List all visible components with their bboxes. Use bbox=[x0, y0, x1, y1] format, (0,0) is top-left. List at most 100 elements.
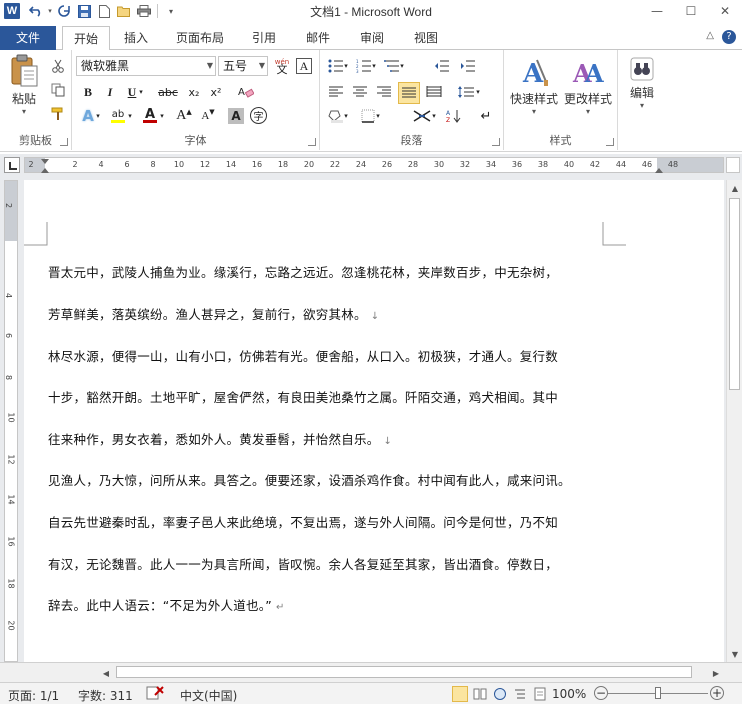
phonetic-guide-button[interactable]: wén 文 bbox=[272, 56, 292, 76]
styles-launcher-icon[interactable] bbox=[606, 138, 614, 146]
strikethrough-button[interactable]: abc bbox=[156, 82, 180, 102]
zoom-in-button[interactable]: + bbox=[710, 686, 724, 700]
text-line[interactable]: 林尽水源，便得一山，山有小口，仿佛若有光。便舍船，从口入。初极狭，才通人。复行数 bbox=[48, 346, 628, 365]
web-layout-view-icon[interactable] bbox=[492, 686, 508, 702]
align-right-icon[interactable] bbox=[374, 82, 394, 102]
font-launcher-icon[interactable] bbox=[308, 138, 316, 146]
tab-selector-icon[interactable] bbox=[4, 157, 20, 173]
justify-icon[interactable] bbox=[398, 82, 420, 104]
font-size-select[interactable]: 五号 ▼ bbox=[218, 56, 268, 76]
right-indent-icon[interactable] bbox=[655, 168, 663, 173]
decrease-indent-icon[interactable] bbox=[432, 56, 452, 76]
bold-button[interactable]: B bbox=[78, 82, 98, 102]
shading-dropdown-icon[interactable]: ▾ bbox=[342, 106, 350, 126]
paste-button[interactable]: 粘贴 ▾ bbox=[4, 54, 44, 116]
text-line[interactable]: 晋太元中，武陵人捕鱼为业。缘溪行，忘路之远近。忽逢桃花林，夹岸数百步，中无杂树， bbox=[48, 262, 628, 281]
proofing-icon[interactable] bbox=[146, 686, 164, 703]
print-layout-view-icon[interactable] bbox=[452, 686, 468, 702]
align-center-icon[interactable] bbox=[350, 82, 370, 102]
highlight-dropdown-icon[interactable]: ▾ bbox=[126, 106, 134, 126]
tab-file[interactable]: 文件 bbox=[0, 26, 56, 50]
text-line[interactable]: 辞去。此中人语云：“不足为外人道也。” ↵ bbox=[48, 595, 628, 614]
chinese-layout-dropdown-icon[interactable]: ▾ bbox=[430, 106, 438, 126]
zoom-out-button[interactable]: − bbox=[594, 686, 608, 700]
word-logo-icon[interactable]: W bbox=[4, 3, 20, 19]
text-line[interactable]: 有汉，无论魏晋。此人一一为具言所闻，皆叹惋。余人各复延至其家，皆出酒食。停数日， bbox=[48, 554, 628, 573]
close-button[interactable]: ✕ bbox=[708, 0, 742, 22]
vertical-ruler[interactable]: 2 4 6 8 10 12 14 16 18 20 bbox=[4, 180, 18, 662]
text-line[interactable]: 芳草鲜美，落英缤纷。渔人甚异之，复前行，欲穷其林。 ↓ bbox=[48, 304, 628, 323]
copy-icon[interactable] bbox=[48, 80, 68, 100]
tab-home[interactable]: 开始 bbox=[62, 26, 110, 51]
font-size-increase-button[interactable]: A ▲ bbox=[174, 106, 194, 126]
show-marks-icon[interactable]: ↵ bbox=[476, 106, 496, 126]
horizontal-scrollbar[interactable]: ◀ ▶ bbox=[0, 662, 742, 682]
subscript-button[interactable]: x₂ bbox=[184, 82, 204, 102]
zoom-slider-thumb[interactable] bbox=[655, 687, 661, 699]
change-styles-button[interactable]: A A 更改样式 ▾ bbox=[562, 56, 614, 116]
character-border-button[interactable]: A bbox=[296, 58, 312, 74]
line-spacing-icon[interactable] bbox=[456, 82, 476, 102]
text-line[interactable]: 往来种作，男女衣着，悉如外人。黄发垂髫，并怡然自乐。 ↓ bbox=[48, 429, 628, 448]
first-line-indent-icon[interactable] bbox=[41, 159, 49, 164]
increase-indent-icon[interactable] bbox=[458, 56, 478, 76]
font-size-decrease-button[interactable]: A ▼ bbox=[198, 106, 218, 126]
minimize-ribbon-icon[interactable]: △ bbox=[706, 30, 714, 44]
line-spacing-dropdown-icon[interactable]: ▾ bbox=[474, 82, 482, 102]
enclose-characters-button[interactable]: 字 bbox=[250, 107, 267, 124]
redo-icon[interactable] bbox=[54, 2, 74, 20]
cut-icon[interactable] bbox=[48, 56, 68, 76]
horizontal-ruler[interactable]: 2 2 4 6 8 10 12 14 16 18 20 22 24 26 28 … bbox=[24, 157, 724, 173]
word-count[interactable]: 字数: 311 bbox=[78, 687, 133, 704]
tab-page-layout[interactable]: 页面布局 bbox=[168, 26, 232, 50]
customize-qat-icon[interactable]: ▾ bbox=[161, 2, 181, 20]
paste-dropdown-icon[interactable]: ▾ bbox=[4, 107, 44, 116]
highlight-button[interactable]: ab bbox=[108, 106, 128, 126]
italic-button[interactable]: I bbox=[100, 82, 120, 102]
text-effects-dropdown-icon[interactable]: ▾ bbox=[94, 106, 102, 126]
scroll-right-icon[interactable]: ▶ bbox=[708, 665, 724, 681]
tab-references[interactable]: 引用 bbox=[242, 26, 286, 50]
multilevel-dropdown-icon[interactable]: ▾ bbox=[398, 56, 406, 76]
zoom-level[interactable]: 100% bbox=[552, 687, 586, 701]
quick-styles-button[interactable]: A 快速样式 ▾ bbox=[508, 56, 560, 116]
draft-view-icon[interactable] bbox=[532, 686, 548, 702]
scroll-up-icon[interactable]: ▲ bbox=[727, 180, 742, 196]
paragraph-launcher-icon[interactable] bbox=[492, 138, 500, 146]
numbering-dropdown-icon[interactable]: ▾ bbox=[370, 56, 378, 76]
superscript-button[interactable]: x² bbox=[206, 82, 226, 102]
sort-icon[interactable]: AZ bbox=[444, 106, 464, 126]
font-family-select[interactable]: 微软雅黑 ▼ bbox=[76, 56, 216, 76]
save-icon[interactable] bbox=[74, 2, 94, 20]
distributed-icon[interactable] bbox=[424, 82, 444, 102]
document-page[interactable]: 晋太元中，武陵人捕鱼为业。缘溪行，忘路之远近。忽逢桃花林，夹岸数百步，中无杂树，… bbox=[24, 180, 724, 662]
chinese-layout-icon[interactable] bbox=[412, 106, 432, 126]
scroll-left-icon[interactable]: ◀ bbox=[98, 665, 114, 681]
bullets-dropdown-icon[interactable]: ▾ bbox=[342, 56, 350, 76]
text-line[interactable]: 见渔人，乃大惊，问所从来。具答之。便要还家，设酒杀鸡作食。村中闻有此人，咸来问讯… bbox=[48, 470, 628, 489]
view-ruler-icon[interactable] bbox=[726, 157, 740, 173]
full-screen-reading-view-icon[interactable] bbox=[472, 686, 488, 702]
language-indicator[interactable]: 中文(中国) bbox=[180, 687, 237, 704]
editing-button[interactable]: 编辑 ▾ bbox=[622, 56, 662, 110]
text-line[interactable]: 自云先世避秦时乱，率妻子邑人来此绝境，不复出焉，遂与外人间隔。问今是何世，乃不知 bbox=[48, 512, 628, 531]
maximize-button[interactable]: ☐ bbox=[674, 0, 708, 22]
tab-view[interactable]: 视图 bbox=[404, 26, 448, 50]
new-document-icon[interactable] bbox=[94, 2, 114, 20]
tab-mailings[interactable]: 邮件 bbox=[296, 26, 340, 50]
hanging-indent-icon[interactable] bbox=[41, 168, 49, 173]
vertical-scroll-thumb[interactable] bbox=[729, 198, 740, 390]
clipboard-launcher-icon[interactable] bbox=[60, 138, 68, 146]
open-folder-icon[interactable] bbox=[114, 2, 134, 20]
vertical-scrollbar[interactable]: ▲ ▼ bbox=[726, 180, 742, 662]
tab-review[interactable]: 审阅 bbox=[350, 26, 394, 50]
character-shading-button[interactable]: A bbox=[228, 108, 244, 124]
align-left-icon[interactable] bbox=[326, 82, 346, 102]
print-icon[interactable] bbox=[134, 2, 154, 20]
minimize-button[interactable]: — bbox=[640, 0, 674, 22]
horizontal-scroll-thumb[interactable] bbox=[116, 666, 692, 678]
undo-icon[interactable] bbox=[26, 2, 46, 20]
help-icon[interactable]: ? bbox=[722, 30, 736, 44]
font-color-dropdown-icon[interactable]: ▾ bbox=[158, 106, 166, 126]
format-painter-icon[interactable] bbox=[48, 104, 68, 124]
